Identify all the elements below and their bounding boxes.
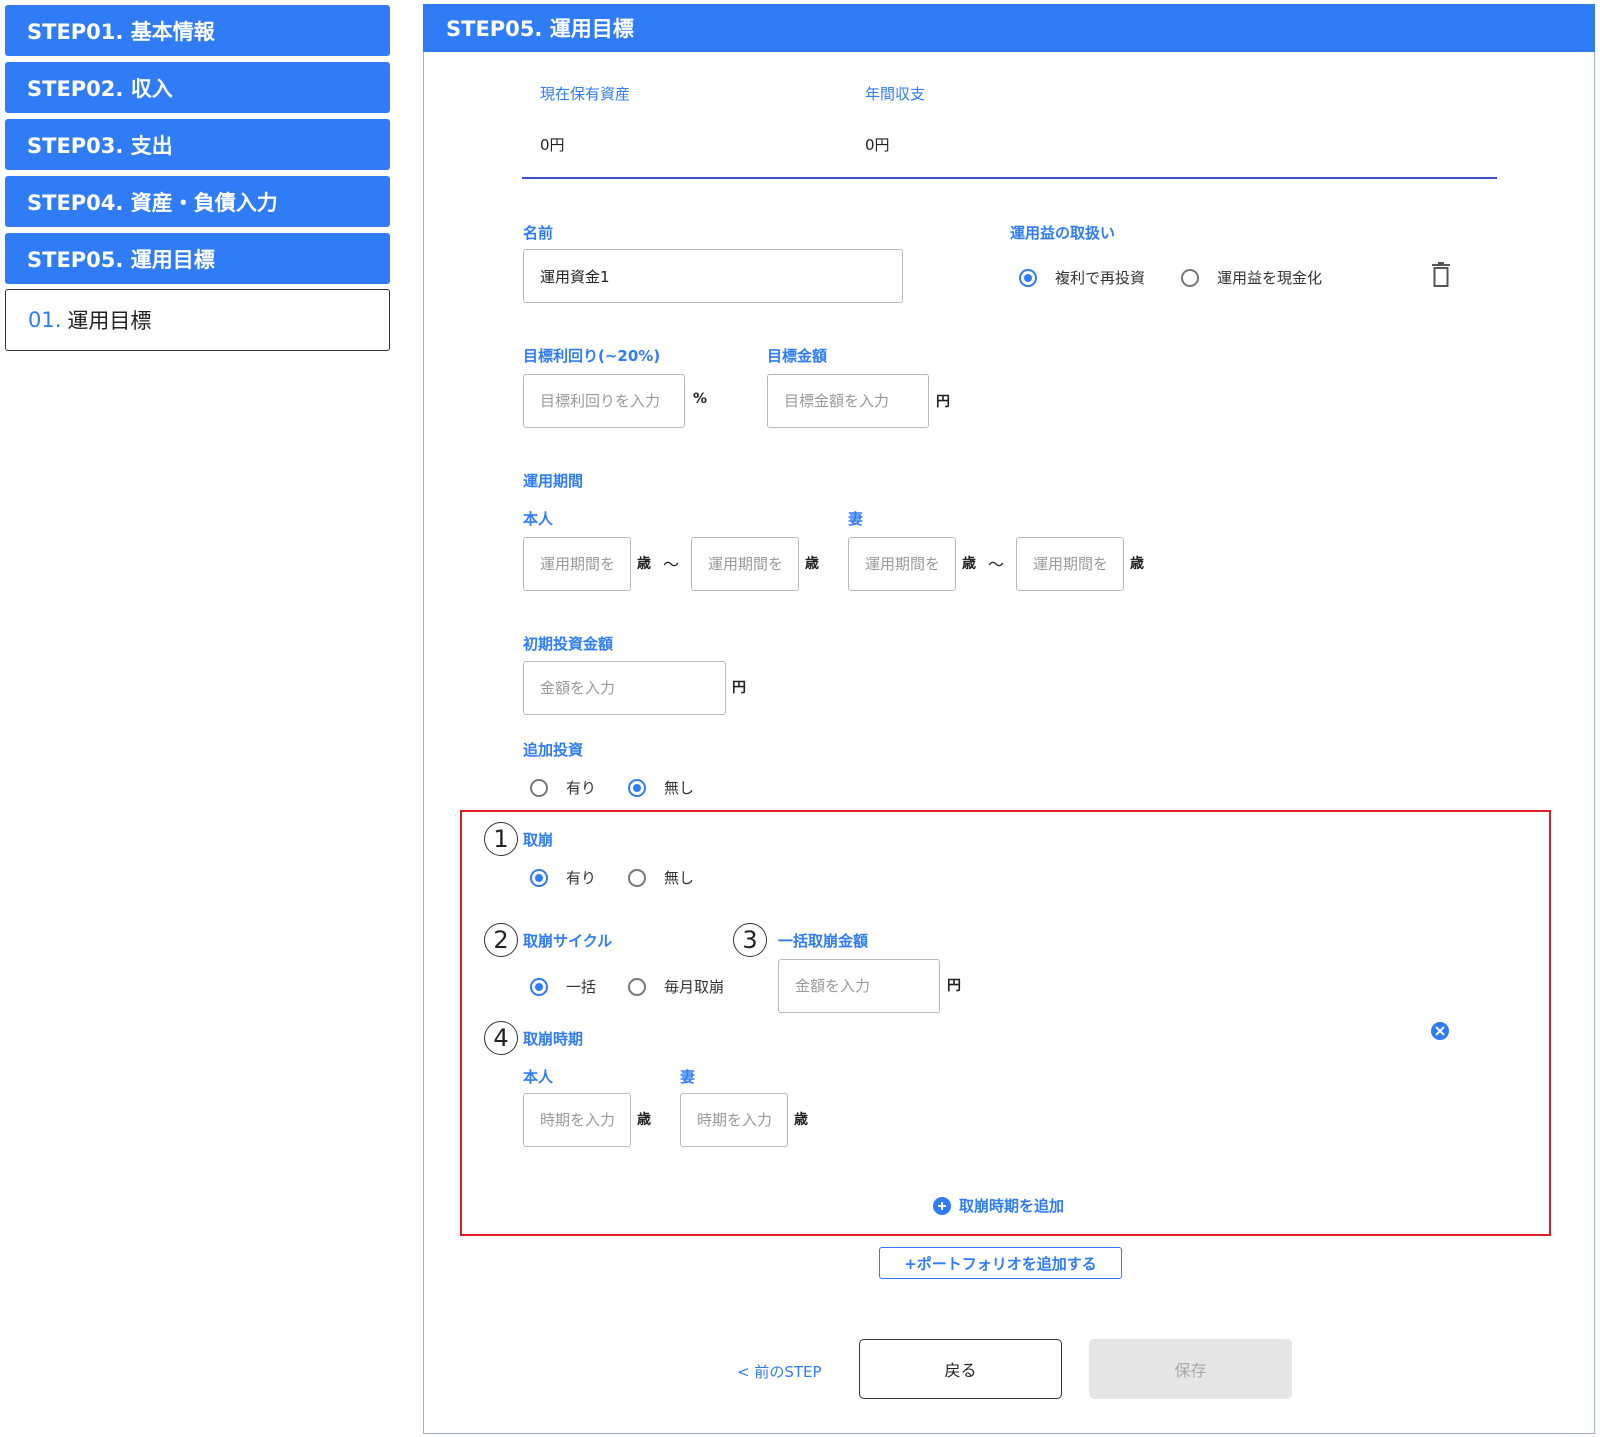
target-rate-input[interactable]	[523, 374, 685, 428]
sub-item-number: 01.	[28, 308, 62, 332]
sub-item-label: 運用目標	[67, 309, 152, 333]
period-self-label: 本人	[523, 510, 554, 528]
radio-dot	[530, 778, 548, 797]
withdrawal-timing-label: 取崩時期	[523, 1030, 584, 1048]
radio-cash-out[interactable]: 運用益を現金化	[1181, 267, 1322, 288]
period-self-start-input[interactable]	[523, 537, 631, 591]
radio-additional-yes[interactable]: 有り	[530, 777, 596, 798]
radio-withdrawal-yes[interactable]: 有り	[530, 867, 596, 888]
radio-reinvest[interactable]: 複利で再投資	[1019, 267, 1145, 288]
radio-dot	[1019, 268, 1037, 287]
radio-dot	[530, 868, 548, 887]
sidebar-step-01[interactable]: STEP01. 基本情報	[5, 5, 390, 56]
radio-dot	[530, 977, 548, 996]
initial-investment-input[interactable]	[523, 661, 726, 715]
radio-reinvest-label: 複利で再投資	[1055, 269, 1146, 287]
lump-withdrawal-amount-input[interactable]	[778, 959, 940, 1013]
annotation-number-3: 3	[733, 923, 767, 957]
annotation-number-1: 1	[484, 822, 518, 856]
timing-wife-input[interactable]	[680, 1093, 788, 1147]
summary-divider	[522, 177, 1497, 179]
radio-dot	[628, 868, 646, 887]
initial-investment-label: 初期投資金額	[523, 635, 614, 653]
name-label: 名前	[523, 224, 554, 242]
target-amount-label: 目標金額	[767, 347, 828, 365]
radio-additional-no[interactable]: 無し	[628, 777, 694, 798]
timing-wife-label: 妻	[680, 1068, 696, 1086]
period-wife-end-input[interactable]	[1016, 537, 1124, 591]
annotation-number-2: 2	[484, 923, 518, 957]
percent-unit: %	[693, 391, 708, 407]
age-unit: 歳	[637, 1112, 651, 1128]
lump-withdrawal-amount-label: 一括取崩金額	[778, 932, 869, 950]
radio-cash-out-label: 運用益を現金化	[1217, 269, 1323, 287]
period-self-end-input[interactable]	[691, 537, 799, 591]
withdrawal-cycle-label: 取崩サイクル	[523, 932, 613, 950]
sidebar-step-04[interactable]: STEP04. 資産・負債入力	[5, 176, 390, 227]
yen-unit: 円	[936, 394, 950, 410]
sidebar-sub-item-target[interactable]: 01. 運用目標	[5, 289, 390, 351]
radio-additional-no-label: 無し	[664, 779, 695, 797]
radio-cycle-monthly[interactable]: 毎月取崩	[628, 976, 724, 997]
sidebar-step-05[interactable]: STEP05. 運用目標	[5, 233, 390, 284]
yen-unit: 円	[947, 978, 961, 994]
trash-icon[interactable]	[1431, 262, 1451, 288]
age-unit: 歳	[1130, 556, 1144, 572]
period-label: 運用期間	[523, 472, 584, 490]
plus-circle-icon	[933, 1196, 951, 1215]
radio-dot	[628, 977, 646, 996]
radio-cycle-monthly-label: 毎月取崩	[664, 978, 725, 996]
remove-timing-icon[interactable]	[1431, 1022, 1449, 1040]
age-unit: 歳	[805, 556, 819, 572]
yen-unit: 円	[732, 680, 746, 696]
assets-label: 現在保有資産	[540, 85, 631, 103]
annotation-number-4: 4	[484, 1021, 518, 1055]
radio-withdrawal-no[interactable]: 無し	[628, 867, 694, 888]
balance-value: 0円	[865, 136, 890, 154]
age-unit: 歳	[794, 1112, 808, 1128]
name-input[interactable]	[523, 249, 903, 303]
sidebar-step-03[interactable]: STEP03. 支出	[5, 119, 390, 170]
period-wife-label: 妻	[848, 510, 864, 528]
save-button[interactable]: 保存	[1089, 1339, 1292, 1399]
back-button[interactable]: 戻る	[859, 1339, 1062, 1399]
radio-cycle-lump[interactable]: 一括	[530, 976, 596, 997]
timing-self-label: 本人	[523, 1068, 554, 1086]
age-unit: 歳	[962, 556, 976, 572]
assets-value: 0円	[540, 136, 565, 154]
timing-self-input[interactable]	[523, 1093, 631, 1147]
radio-dot	[1181, 268, 1199, 287]
profit-handling-label: 運用益の取扱い	[1010, 224, 1116, 242]
page-title: STEP05. 運用目標	[423, 4, 1595, 52]
balance-label: 年間収支	[865, 85, 926, 103]
radio-dot	[628, 778, 646, 797]
period-wife-start-input[interactable]	[848, 537, 956, 591]
tilde: 〜	[988, 555, 1005, 574]
add-timing-label: 取崩時期を追加	[959, 1197, 1065, 1215]
withdrawal-highlight-box	[460, 810, 1551, 1236]
add-portfolio-button[interactable]: +ポートフォリオを追加する	[879, 1247, 1122, 1279]
radio-withdrawal-yes-label: 有り	[566, 869, 597, 887]
age-unit: 歳	[637, 556, 651, 572]
withdrawal-label: 取崩	[523, 831, 554, 849]
target-amount-input[interactable]	[767, 374, 929, 428]
add-timing-button[interactable]: 取崩時期を追加	[933, 1195, 1064, 1216]
target-rate-label: 目標利回り(~20%)	[523, 347, 661, 365]
prev-step-link[interactable]: < 前のSTEP	[737, 1361, 822, 1382]
additional-investment-label: 追加投資	[523, 741, 584, 759]
tilde: 〜	[663, 555, 680, 574]
radio-withdrawal-no-label: 無し	[664, 869, 695, 887]
sidebar-step-02[interactable]: STEP02. 収入	[5, 62, 390, 113]
radio-additional-yes-label: 有り	[566, 779, 597, 797]
radio-cycle-lump-label: 一括	[566, 978, 597, 996]
